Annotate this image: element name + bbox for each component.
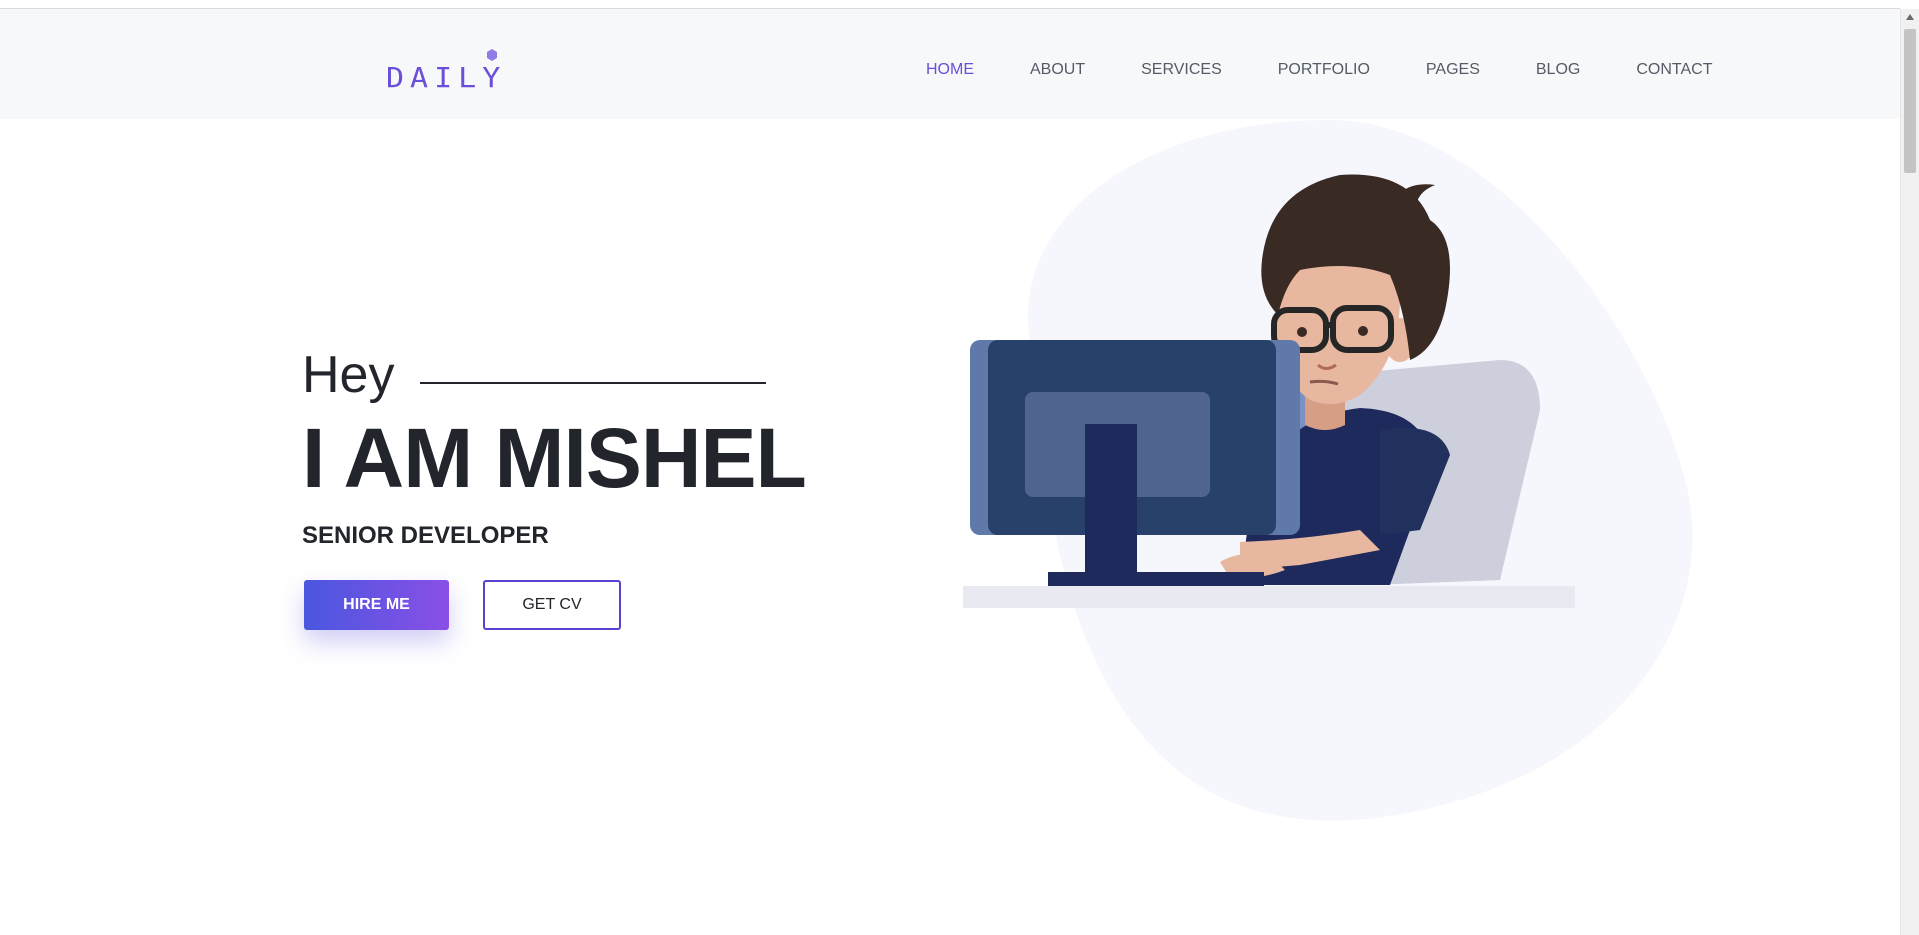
vertical-scrollbar[interactable] <box>1900 9 1919 935</box>
hero-greeting: Hey <box>302 346 395 404</box>
hero-name: I AM MISHEL <box>302 411 807 505</box>
nav-item-home[interactable]: HOME <box>926 61 974 79</box>
logo-text: DAILY <box>386 62 507 95</box>
nav-item-portfolio[interactable]: PORTFOLIO <box>1278 61 1370 79</box>
hero-role: SENIOR DEVELOPER <box>302 522 549 549</box>
greeting-row: Hey <box>302 345 782 405</box>
window-top-border <box>0 0 1900 9</box>
scroll-up-arrow-icon[interactable] <box>1906 14 1914 20</box>
main-navigation: HOME ABOUT SERVICES PORTFOLIO PAGES BLOG… <box>926 61 1712 79</box>
hero-section: Hey I AM MISHEL SENIOR DEVELOPER <box>302 345 807 549</box>
nav-item-contact[interactable]: CONTACT <box>1636 61 1712 79</box>
nav-item-pages[interactable]: PAGES <box>1426 61 1480 79</box>
get-cv-button[interactable]: GET CV <box>483 580 621 630</box>
scrollbar-thumb[interactable] <box>1904 29 1916 173</box>
nav-item-blog[interactable]: BLOG <box>1536 61 1580 79</box>
greeting-divider-line <box>420 382 766 384</box>
developer-at-computer-illustration <box>963 120 1693 821</box>
logo-dot-icon <box>487 49 497 61</box>
nav-item-services[interactable]: SERVICES <box>1141 61 1222 79</box>
hire-me-button[interactable]: HIRE ME <box>304 580 449 630</box>
desk-icon <box>963 586 1575 608</box>
navbar: DAILY HOME ABOUT SERVICES PORTFOLIO PAGE… <box>0 9 1900 119</box>
site-logo[interactable]: DAILY <box>386 49 506 99</box>
nav-item-about[interactable]: ABOUT <box>1030 61 1085 79</box>
